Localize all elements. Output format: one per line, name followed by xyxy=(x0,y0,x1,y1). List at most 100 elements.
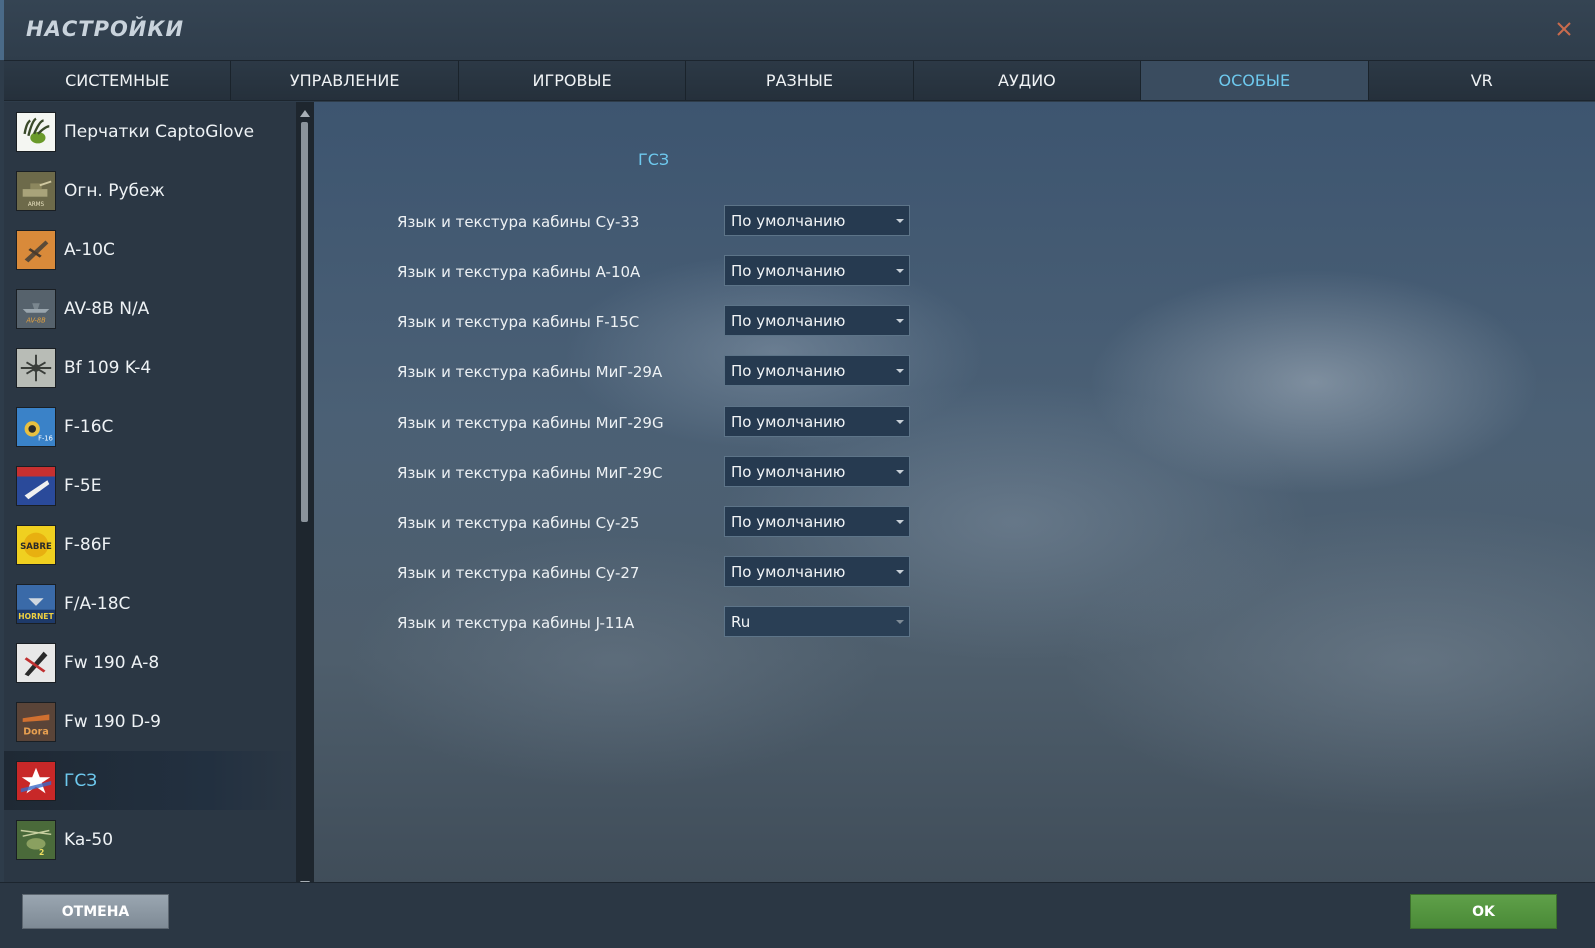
footer-bar: ОТМЕНА OK xyxy=(0,882,1595,948)
svg-text:Dora: Dora xyxy=(23,726,49,737)
chevron-down-icon xyxy=(896,369,904,373)
dropdown-value: По умолчанию xyxy=(731,262,846,280)
tab-controls[interactable]: УПРАВЛЕНИЕ xyxy=(231,61,459,100)
tab-gameplay[interactable]: ИГРОВЫЕ xyxy=(458,61,687,100)
combined-arms-icon: ARMS xyxy=(16,170,56,211)
cockpit-language-dropdown[interactable]: Ru xyxy=(724,606,910,637)
sidebar-item-label: Bf 109 K-4 xyxy=(64,357,152,378)
dropdown-value: По умолчанию xyxy=(731,362,846,380)
dropdown-value: По умолчанию xyxy=(731,463,846,481)
scroll-up-icon[interactable] xyxy=(299,108,311,118)
sidebar-item-label: Ka-50 xyxy=(64,829,114,850)
sidebar-item-captoglove[interactable]: Перчатки CaptoGlove xyxy=(4,102,296,161)
ok-button[interactable]: OK xyxy=(1410,894,1557,929)
tab-bar: СИСТЕМНЫЕ УПРАВЛЕНИЕ ИГРОВЫЕ РАЗНЫЕ АУДИ… xyxy=(4,60,1595,101)
setting-label: Язык и текстура кабины J-11A xyxy=(397,614,635,632)
sidebar-item-av8b[interactable]: AV-8B AV-8B N/A xyxy=(4,279,296,338)
sidebar-item-f5e[interactable]: F-5E xyxy=(4,456,296,515)
tab-special[interactable]: ОСОБЫЕ xyxy=(1141,61,1369,100)
section-title: ГСЗ xyxy=(638,150,670,169)
cancel-button[interactable]: ОТМЕНА xyxy=(22,894,169,929)
chevron-down-icon xyxy=(896,269,904,273)
dropdown-value: По умолчанию xyxy=(731,563,846,581)
sidebar-item-f86f[interactable]: SABRE F-86F xyxy=(4,515,296,574)
svg-text:2: 2 xyxy=(39,848,44,857)
sidebar-item-ka50[interactable]: 2 Ka-50 xyxy=(4,810,296,869)
setting-row: Язык и текстура кабины Су-27 По умолчани… xyxy=(314,556,1114,588)
setting-label: Язык и текстура кабины F-15C xyxy=(397,313,640,331)
sidebar-item-bf109[interactable]: Bf 109 K-4 xyxy=(4,338,296,397)
sidebar-item-label: F-5E xyxy=(64,475,102,496)
fa18c-icon: HORNET xyxy=(16,583,56,624)
cockpit-language-dropdown[interactable]: По умолчанию xyxy=(724,355,910,386)
f86f-icon: SABRE xyxy=(16,524,56,565)
tab-misc[interactable]: РАЗНЫЕ xyxy=(686,61,914,100)
svg-text:AV-8B: AV-8B xyxy=(25,316,46,324)
chevron-down-icon xyxy=(896,219,904,223)
setting-row: Язык и текстура кабины МиГ-29А По умолча… xyxy=(314,355,1114,387)
fw190d9-icon: Dora xyxy=(16,701,56,742)
setting-row: Язык и текстура кабины Су-33 По умолчани… xyxy=(314,205,1114,237)
f16c-icon: F-16 xyxy=(16,406,56,447)
setting-row: Язык и текстура кабины J-11A Ru xyxy=(314,606,1114,638)
dropdown-value: По умолчанию xyxy=(731,312,846,330)
setting-label: Язык и текстура кабины Су-25 xyxy=(397,514,640,532)
svg-text:SABRE: SABRE xyxy=(20,541,52,551)
bf109-icon xyxy=(16,347,56,388)
setting-row: Язык и текстура кабины МиГ-29С По умолча… xyxy=(314,456,1114,488)
sidebar-item-combined-arms[interactable]: ARMS Огн. Рубеж xyxy=(4,161,296,220)
setting-row: Язык и текстура кабины A-10A По умолчани… xyxy=(314,255,1114,287)
tab-audio[interactable]: АУДИО xyxy=(913,61,1142,100)
sidebar-item-fw190d9[interactable]: Dora Fw 190 D-9 xyxy=(4,692,296,751)
setting-row: Язык и текстура кабины F-15C По умолчани… xyxy=(314,305,1114,337)
fw190a8-icon xyxy=(16,642,56,683)
sidebar-scrollbar[interactable] xyxy=(296,102,314,896)
cockpit-language-dropdown[interactable]: По умолчанию xyxy=(724,406,910,437)
close-icon xyxy=(1557,22,1571,36)
content-area: Перчатки CaptoGlove ARMS Огн. Рубеж A-10… xyxy=(4,102,1595,896)
cockpit-language-dropdown[interactable]: По умолчанию xyxy=(724,506,910,537)
cockpit-language-dropdown[interactable]: По умолчанию xyxy=(724,305,910,336)
dropdown-value: По умолчанию xyxy=(731,513,846,531)
setting-label: Язык и текстура кабины МиГ-29А xyxy=(397,363,663,381)
svg-text:ARMS: ARMS xyxy=(28,202,45,208)
setting-label: Язык и текстура кабины МиГ-29С xyxy=(397,464,663,482)
a10c-icon xyxy=(16,229,56,270)
tab-vr[interactable]: VR xyxy=(1368,61,1595,100)
cockpit-language-dropdown[interactable]: По умолчанию xyxy=(724,456,910,487)
cockpit-language-dropdown[interactable]: По умолчанию xyxy=(724,255,910,286)
cockpit-language-dropdown[interactable]: По умолчанию xyxy=(724,556,910,587)
sidebar-item-fw190a8[interactable]: Fw 190 A-8 xyxy=(4,633,296,692)
chevron-down-icon xyxy=(896,319,904,323)
chevron-down-icon xyxy=(896,470,904,474)
setting-row: Язык и текстура кабины МиГ-29G По умолча… xyxy=(314,406,1114,438)
dropdown-value: По умолчанию xyxy=(731,413,846,431)
setting-label: Язык и текстура кабины A-10A xyxy=(397,263,641,281)
sidebar-item-a10c[interactable]: A-10C xyxy=(4,220,296,279)
sidebar-item-label: F-16C xyxy=(64,416,114,437)
close-button[interactable] xyxy=(1551,16,1577,42)
scrollbar-thumb[interactable] xyxy=(301,122,308,522)
sidebar-item-label: Fw 190 D-9 xyxy=(64,711,161,732)
svg-text:HORNET: HORNET xyxy=(18,612,54,621)
sidebar-item-label: Огн. Рубеж xyxy=(64,180,165,201)
chevron-down-icon xyxy=(896,620,904,624)
sidebar-item-f16c[interactable]: F-16 F-16C xyxy=(4,397,296,456)
module-sidebar: Перчатки CaptoGlove ARMS Огн. Рубеж A-10… xyxy=(4,102,296,896)
sidebar-item-label: A-10C xyxy=(64,239,115,260)
dropdown-value: Ru xyxy=(731,613,751,631)
sidebar-item-label: Fw 190 A-8 xyxy=(64,652,160,673)
chevron-down-icon xyxy=(896,520,904,524)
tab-system[interactable]: СИСТЕМНЫЕ xyxy=(4,61,232,100)
sidebar-item-fa18c[interactable]: HORNET F/A-18C xyxy=(4,574,296,633)
f5e-icon xyxy=(16,465,56,506)
flaming-cliffs-icon xyxy=(16,760,56,801)
chevron-down-icon xyxy=(896,420,904,424)
sidebar-item-flaming-cliffs[interactable]: ГСЗ xyxy=(4,751,296,810)
sidebar-item-label: F-86F xyxy=(64,534,112,555)
settings-window: НАСТРОЙКИ СИСТЕМНЫЕ УПРАВЛЕНИЕ ИГРОВЫЕ Р… xyxy=(0,0,1595,948)
settings-panel: ГСЗ Язык и текстура кабины Су-33 По умол… xyxy=(314,102,1595,896)
setting-label: Язык и текстура кабины Су-27 xyxy=(397,564,640,582)
chevron-down-icon xyxy=(896,570,904,574)
cockpit-language-dropdown[interactable]: По умолчанию xyxy=(724,205,910,236)
